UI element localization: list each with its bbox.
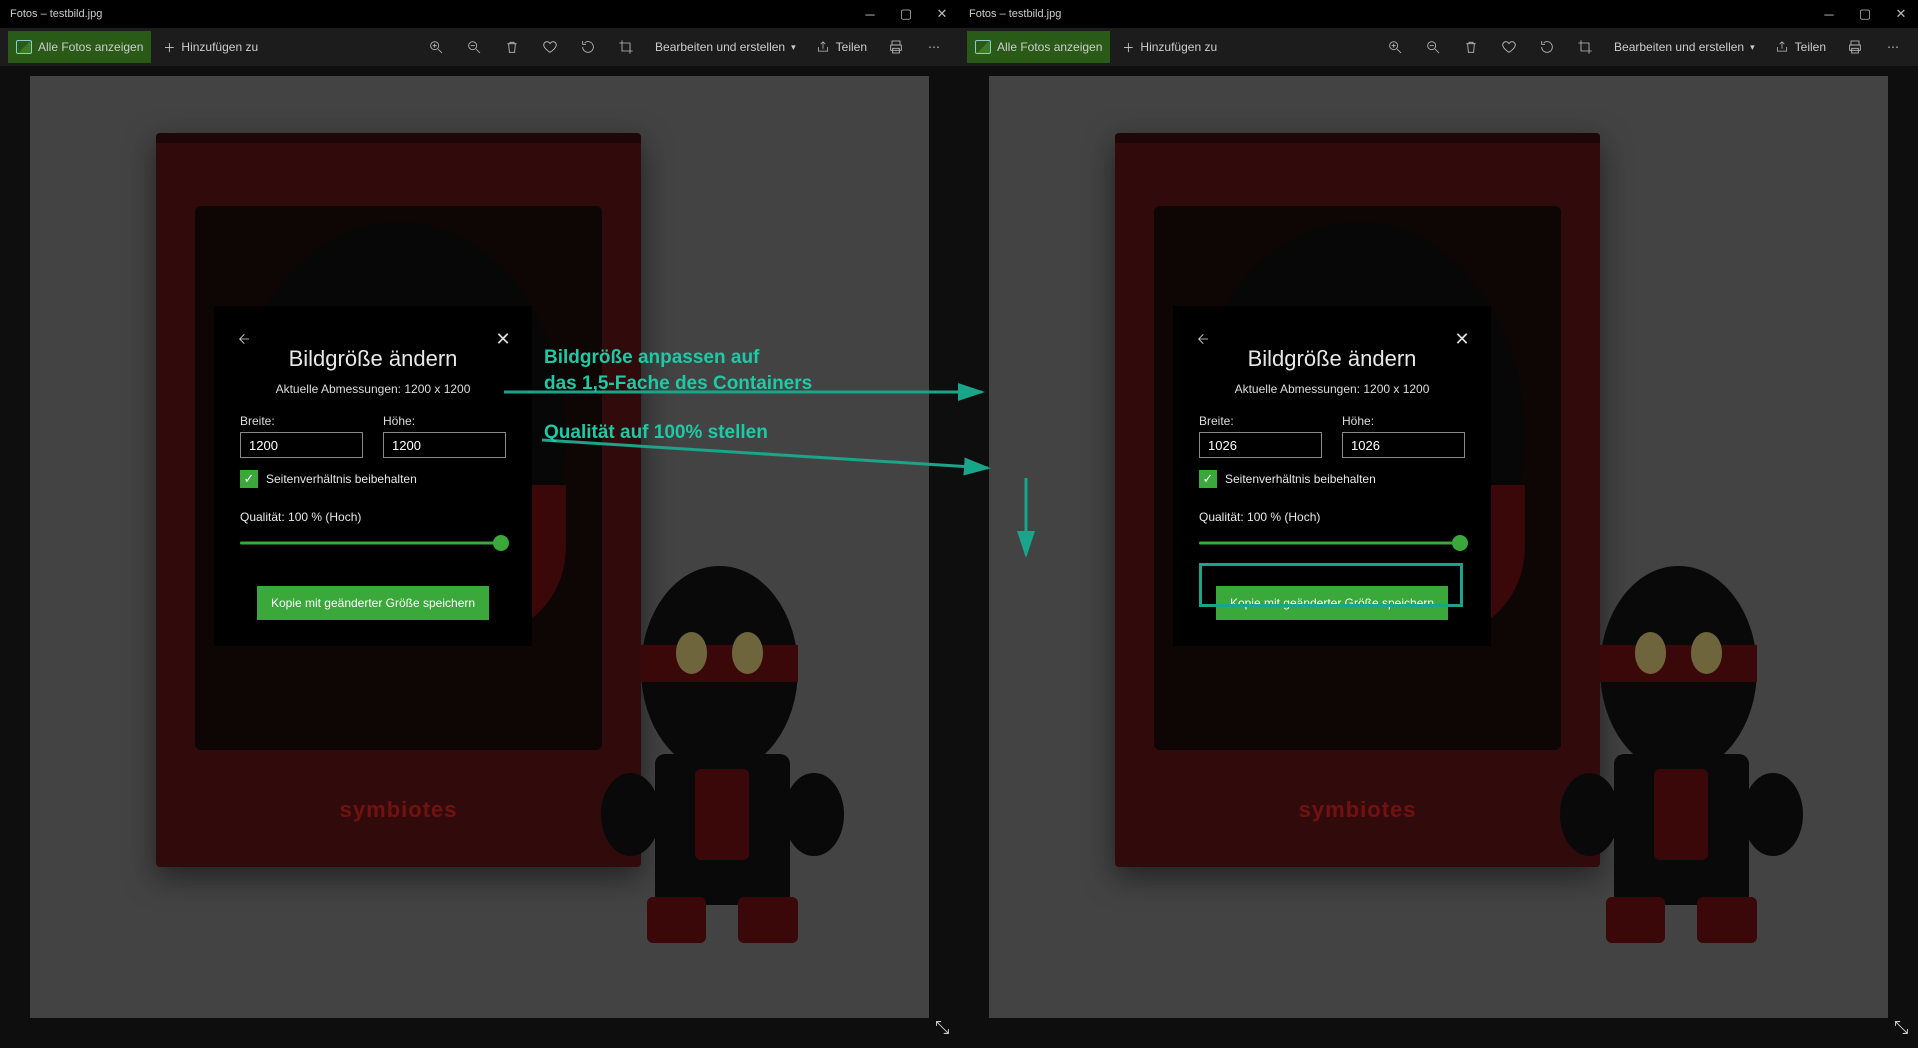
all-photos-button[interactable]: Alle Fotos anzeigen [967, 31, 1110, 63]
current-dimensions-label: Aktuelle Abmessungen: 1200 x 1200 [240, 382, 506, 396]
quality-slider[interactable] [240, 532, 506, 554]
save-resized-copy-button[interactable]: Kopie mit geänderter Größe speichern [257, 586, 489, 620]
add-to-label: Hinzufügen zu [1140, 40, 1217, 54]
close-button[interactable]: ✕ [935, 6, 949, 22]
height-input[interactable] [1342, 432, 1465, 458]
titlebar-right: Fotos – testbild.jpg ─ ▢ ✕ [959, 0, 1918, 28]
zoom-in-button[interactable] [419, 30, 453, 64]
all-photos-button[interactable]: Alle Fotos anzeigen [8, 31, 151, 63]
more-button[interactable]: ⋯ [917, 30, 951, 64]
chevron-down-icon: ▾ [791, 42, 796, 53]
back-button[interactable] [228, 324, 258, 354]
height-label: Höhe: [383, 414, 506, 428]
edit-create-button[interactable]: Bearbeiten und erstellen ▾ [1606, 31, 1763, 63]
current-dimensions-label: Aktuelle Abmessungen: 1200 x 1200 [1199, 382, 1465, 396]
height-input[interactable] [383, 432, 506, 458]
box-brand-text: symbiotes [156, 797, 641, 823]
edit-create-button[interactable]: Bearbeiten und erstellen ▾ [647, 31, 804, 63]
crop-button[interactable] [1568, 30, 1602, 64]
resize-dialog-right: ✕ Bildgröße ändern Aktuelle Abmessungen:… [1173, 306, 1491, 646]
share-button[interactable]: Teilen [1767, 31, 1834, 63]
resize-handle-icon[interactable]: ⤢ [1890, 1020, 1911, 1034]
plus-icon: ＋ [1122, 39, 1134, 56]
print-button[interactable] [879, 30, 913, 64]
delete-button[interactable] [495, 30, 529, 64]
share-label: Teilen [1795, 40, 1826, 54]
delete-button[interactable] [1454, 30, 1488, 64]
annotation-resize-text: Bildgröße anpassen auf das 1,5-Fache des… [544, 345, 812, 396]
edit-create-label: Bearbeiten und erstellen [655, 40, 785, 54]
add-to-button[interactable]: ＋ Hinzufügen zu [1114, 31, 1225, 63]
ninja-figure-illustration [1546, 566, 1816, 943]
titlebar-left: Fotos – testbild.jpg ─ ▢ ✕ [0, 0, 959, 28]
zoom-in-button[interactable] [1378, 30, 1412, 64]
ninja-figure-illustration [587, 566, 857, 943]
width-input[interactable] [1199, 432, 1322, 458]
minimize-button[interactable]: ─ [863, 7, 877, 22]
favorite-button[interactable] [533, 30, 567, 64]
add-to-label: Hinzufügen zu [181, 40, 258, 54]
dialog-title: Bildgröße ändern [240, 346, 506, 372]
zoom-out-button[interactable] [457, 30, 491, 64]
toolbar-right: Alle Fotos anzeigen ＋ Hinzufügen zu Bear… [959, 28, 1918, 66]
favorite-button[interactable] [1492, 30, 1526, 64]
box-brand-text: symbiotes [1115, 797, 1600, 823]
add-to-button[interactable]: ＋ Hinzufügen zu [155, 31, 266, 63]
dialog-title: Bildgröße ändern [1199, 346, 1465, 372]
keep-aspect-label: Seitenverhältnis beibehalten [1225, 472, 1376, 486]
share-icon [1775, 40, 1789, 54]
annotation-quality-text: Qualität auf 100% stellen [544, 420, 768, 446]
photo-canvas-right: symbiotes ⤢ ✕ Bildgröße ändern Aktuelle … [959, 66, 1918, 1048]
rotate-button[interactable] [571, 30, 605, 64]
width-label: Breite: [240, 414, 363, 428]
maximize-button[interactable]: ▢ [1858, 6, 1872, 22]
resize-handle-icon[interactable]: ⤢ [931, 1020, 952, 1034]
quality-label: Qualität: 100 % (Hoch) [240, 510, 506, 524]
close-icon[interactable]: ✕ [1447, 324, 1477, 354]
quality-label: Qualität: 100 % (Hoch) [1199, 510, 1465, 524]
more-button[interactable]: ⋯ [1876, 30, 1910, 64]
rotate-button[interactable] [1530, 30, 1564, 64]
photo-canvas-left: symbiotes ⤢ ✕ Bildgröße ändern Aktuelle … [0, 66, 959, 1048]
maximize-button[interactable]: ▢ [899, 6, 913, 22]
image-icon [975, 40, 991, 54]
photos-window-left: Fotos – testbild.jpg ─ ▢ ✕ Alle Fotos an… [0, 0, 959, 1048]
quality-slider[interactable] [1199, 532, 1465, 554]
back-button[interactable] [1187, 324, 1217, 354]
all-photos-label: Alle Fotos anzeigen [997, 40, 1102, 54]
width-label: Breite: [1199, 414, 1322, 428]
width-input[interactable] [240, 432, 363, 458]
close-icon[interactable]: ✕ [488, 324, 518, 354]
zoom-out-button[interactable] [1416, 30, 1450, 64]
share-button[interactable]: Teilen [808, 31, 875, 63]
crop-button[interactable] [609, 30, 643, 64]
keep-aspect-label: Seitenverhältnis beibehalten [266, 472, 417, 486]
share-icon [816, 40, 830, 54]
image-icon [16, 40, 32, 54]
chevron-down-icon: ▾ [1750, 42, 1755, 53]
share-label: Teilen [836, 40, 867, 54]
plus-icon: ＋ [163, 39, 175, 56]
print-button[interactable] [1838, 30, 1872, 64]
height-label: Höhe: [1342, 414, 1465, 428]
minimize-button[interactable]: ─ [1822, 7, 1836, 22]
window-title: Fotos – testbild.jpg [969, 8, 1822, 20]
save-resized-copy-button[interactable]: Kopie mit geänderter Größe speichern [1216, 586, 1448, 620]
all-photos-label: Alle Fotos anzeigen [38, 40, 143, 54]
toolbar-left: Alle Fotos anzeigen ＋ Hinzufügen zu Bear… [0, 28, 959, 66]
close-button[interactable]: ✕ [1894, 6, 1908, 22]
resize-dialog-left: ✕ Bildgröße ändern Aktuelle Abmessungen:… [214, 306, 532, 646]
window-title: Fotos – testbild.jpg [10, 8, 863, 20]
edit-create-label: Bearbeiten und erstellen [1614, 40, 1744, 54]
keep-aspect-checkbox[interactable]: ✓ [240, 470, 258, 488]
keep-aspect-checkbox[interactable]: ✓ [1199, 470, 1217, 488]
photos-window-right: Fotos – testbild.jpg ─ ▢ ✕ Alle Fotos an… [959, 0, 1918, 1048]
